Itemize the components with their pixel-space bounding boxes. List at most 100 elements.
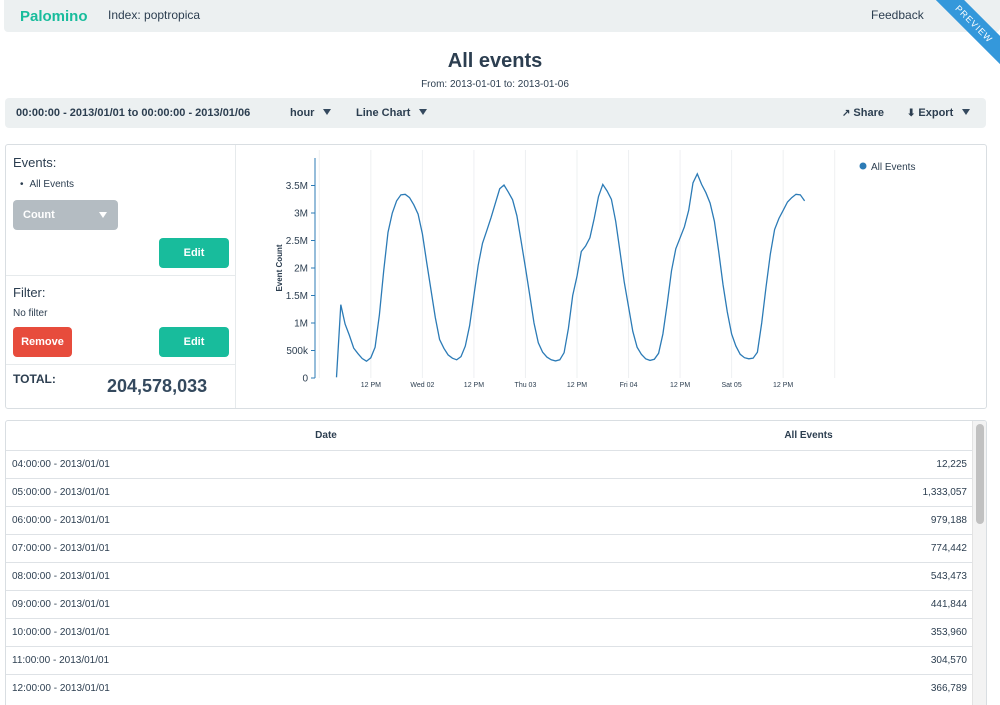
data-point [804,200,805,201]
event-count-cell: 543,473 [930,571,967,582]
table-row[interactable]: 04:00:00 - 2013/01/01 12,225 [6,450,972,478]
event-count-line-chart[interactable]: 0 500k 1M 1.5M 2M 2.5M 3M 3.5M Event Count 12 PM W… [237,145,987,408]
data-point [478,265,479,266]
series-line-all-events [335,172,806,378]
date-cell: 07:00:00 - 2013/01/01 [12,543,110,554]
download-icon: ⬇ [907,108,916,119]
table-row[interactable]: 10:00:00 - 2013/01/01 353,960 [6,618,972,646]
event-count-cell: 304,570 [930,655,967,666]
event-count-cell: 1,333,057 [922,487,968,498]
share-label: Share [853,107,884,119]
data-point [632,331,633,332]
data-point [649,360,650,361]
filter-label: Filter: [13,285,46,300]
chart-type-dropdown[interactable]: Line Chart [356,107,428,119]
event-list-item: All Events [20,179,74,190]
x-tick-label: 12 PM [773,382,793,389]
data-point [795,194,796,195]
data-point [387,232,388,233]
column-header-date[interactable]: Date [6,421,646,450]
table-row[interactable]: 08:00:00 - 2013/01/01 543,473 [6,562,972,590]
data-point [581,251,582,252]
event-count-cell: 441,844 [930,599,967,610]
table-row[interactable]: 12:00:00 - 2013/01/01 366,789 [6,674,972,702]
y-tick-label: 1.5M [286,291,308,302]
total-value: 204,578,033 [107,376,208,396]
data-point [791,197,792,198]
data-point [611,199,612,200]
data-point [598,196,599,197]
table-row[interactable]: 07:00:00 - 2013/01/01 774,442 [6,534,972,562]
data-point [757,352,758,353]
y-axis-title: Event Count [275,244,284,291]
data-point [654,359,655,360]
feedback-link[interactable]: Feedback [871,8,924,22]
data-point [452,358,453,359]
date-cell: 09:00:00 - 2013/01/01 [12,599,110,610]
date-range-subtitle: From: 2013-01-01 to: 2013-01-06 [421,79,569,90]
data-point [349,335,350,336]
index-label[interactable]: Index: poptropica [108,8,200,22]
x-tick-label: 12 PM [670,382,690,389]
data-point [753,358,754,359]
data-point [761,322,762,323]
data-point [473,295,474,296]
brand-logo[interactable]: Palomino [20,8,88,25]
data-point [542,352,543,353]
table-row[interactable]: 09:00:00 - 2013/01/01 441,844 [6,590,972,618]
data-point [568,328,569,329]
data-point [701,184,702,185]
data-point [778,218,779,219]
data-point [482,243,483,244]
time-range-picker[interactable]: 00:00:00 - 2013/01/01 to 00:00:00 - 2013… [16,107,250,119]
data-point [667,303,668,304]
data-point [684,226,685,227]
table-scrollbar[interactable] [972,421,986,705]
data-point [469,325,470,326]
table-row[interactable]: 05:00:00 - 2013/01/01 1,333,057 [6,478,972,506]
edit-events-button[interactable]: Edit [159,238,229,268]
y-tick-label: 2M [294,264,308,275]
data-point [710,203,711,204]
data-point [692,182,693,183]
share-button[interactable]: ↗ Share [842,107,884,119]
data-point [516,215,517,216]
data-point [628,306,629,307]
x-tick-label: 12 PM [464,382,484,389]
export-dropdown[interactable]: ⬇ Export [907,107,971,119]
y-tick-label: 0 [302,374,308,385]
data-point [340,304,341,305]
x-tick-label: Thu 03 [515,382,537,389]
table-row[interactable]: 11:00:00 - 2013/01/01 304,570 [6,646,972,674]
data-point [521,241,522,242]
table-row[interactable]: 06:00:00 - 2013/01/01 979,188 [6,506,972,534]
y-tick-label: 500k [286,346,309,357]
data-point [607,190,608,191]
query-sidebar: Events: All Events Count Edit Filter: No… [6,145,236,408]
query-panel: Events: All Events Count Edit Filter: No… [5,144,987,409]
data-point [680,237,681,238]
data-point [602,184,603,185]
scrollbar-thumb[interactable] [976,424,984,524]
date-cell: 06:00:00 - 2013/01/01 [12,515,110,526]
data-point [400,194,401,195]
data-point [503,184,504,185]
data-point [735,346,736,347]
interval-dropdown[interactable]: hour [290,107,332,119]
edit-filter-button[interactable]: Edit [159,327,229,357]
data-point [533,322,534,323]
total-label: TOTAL: [13,372,56,386]
data-point [697,173,698,174]
data-point [448,354,449,355]
remove-filter-button[interactable]: Remove [13,327,72,357]
data-point [641,354,642,355]
column-header-all-events[interactable]: All Events [646,421,971,450]
aggregate-dropdown[interactable]: Count [13,200,118,230]
data-point [435,317,436,318]
legend-marker [859,162,867,170]
date-cell: 04:00:00 - 2013/01/01 [12,459,110,470]
divider [6,275,235,276]
data-point [731,333,732,334]
data-point [465,346,466,347]
chevron-down-icon [99,212,107,218]
